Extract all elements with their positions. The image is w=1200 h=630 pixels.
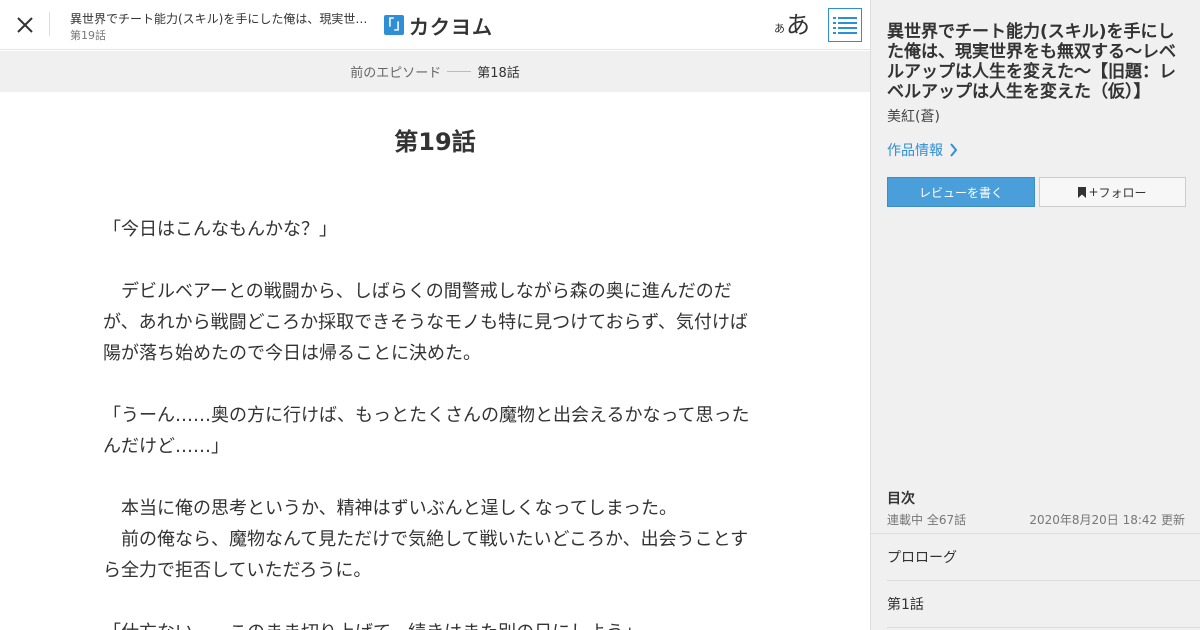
body-paragraph: 「今日はこんなもんかな？」: [103, 219, 337, 240]
chevron-right-icon: [949, 143, 958, 157]
close-icon: [17, 17, 33, 33]
body-paragraph: [103, 369, 755, 400]
work-sidebar: 異世界でチート能力(スキル)を手にした俺は、現実世界をも無双する～レベルアップは…: [870, 0, 1200, 630]
logo-text: カクヨム: [409, 14, 493, 39]
body-paragraph: 「仕方ない……このまま切り上げて、続きはまた別の日にしよう」: [103, 617, 755, 630]
font-size-large: あ: [786, 11, 810, 39]
follow-plus: +: [1088, 185, 1099, 199]
toc-item[interactable]: プロローグ: [887, 534, 1200, 581]
toc-toggle-button[interactable]: [828, 8, 862, 42]
work-info-link[interactable]: 作品情報: [887, 140, 958, 160]
toc-updated-date: 2020年8月20日 18:42 更新: [1029, 513, 1185, 527]
header-divider: [49, 12, 50, 36]
reader-header: 異世界でチート能力(スキル)を手にした俺は、現実世界をも無双する～レベルアップは…: [0, 0, 870, 50]
follow-label: フォロー: [1098, 185, 1147, 200]
episode-nav: 前のエピソード 第18話: [0, 51, 870, 92]
toc-status: 連載中 全67話: [887, 513, 967, 527]
close-button[interactable]: [12, 12, 38, 38]
write-review-button[interactable]: レビューを書く: [887, 177, 1035, 207]
toc-item-label: プロローグ: [887, 550, 957, 566]
toc-heading: 目次: [887, 491, 915, 507]
toc-item-label: 第1話: [887, 597, 924, 613]
sidebar-work-title[interactable]: 異世界でチート能力(スキル)を手にした俺は、現実世界をも無双する～レベルアップは…: [887, 22, 1183, 102]
work-info-label: 作品情報: [887, 143, 943, 159]
follow-button[interactable]: + フォロー: [1039, 177, 1186, 207]
author-name[interactable]: 美紅(蒼): [887, 106, 940, 126]
body-paragraph: 「うーん……奥の方に行けば、もっとたくさんの魔物と出会えるかなって思ったんだけど…: [103, 405, 750, 457]
episode-title: 第19話: [394, 128, 476, 156]
kakuyomu-logo[interactable]: 「」 カクヨム: [381, 11, 493, 39]
previous-episode-link[interactable]: 前のエピソード: [350, 62, 441, 81]
reader-main: 異世界でチート能力(スキル)を手にした俺は、現実世界をも無双する～レベルアップは…: [0, 0, 870, 630]
list-icon: [833, 17, 857, 34]
work-title-link[interactable]: 異世界でチート能力(スキル)を手にした俺は、現実世界をも無双する～レベルアップは…: [70, 10, 370, 27]
font-size-small: あ: [774, 22, 785, 35]
episode-body: 「今日はこんなもんかな？」 デビルベアーとの戦闘から、しばらくの間警戒しながら森…: [103, 214, 755, 630]
body-paragraph: [103, 245, 755, 276]
body-paragraph: デビルベアーとの戦闘から、しばらくの間警戒しながら森の奥に進んだのだが、あれから…: [103, 281, 748, 364]
toc-item[interactable]: 第1話: [887, 581, 1200, 628]
toc-list: プロローグ 第1話: [871, 533, 1200, 628]
body-paragraph: 前の俺なら、魔物なんて見ただけで気絶して戦いたいどころか、出会うことすら全力で拒…: [103, 529, 749, 581]
bookmark-icon: [1078, 186, 1087, 198]
logo-mark: 「」: [381, 15, 407, 35]
font-size-button[interactable]: あ あ: [774, 8, 810, 40]
body-paragraph: [103, 462, 755, 493]
previous-episode-title[interactable]: 第18話: [477, 62, 520, 81]
nav-separator: [447, 71, 472, 72]
current-episode-label: 第19話: [70, 29, 106, 42]
body-paragraph: 本当に俺の思考というか、精神はずいぶんと逞しくなってしまった。: [103, 498, 678, 519]
body-paragraph: [103, 586, 755, 617]
